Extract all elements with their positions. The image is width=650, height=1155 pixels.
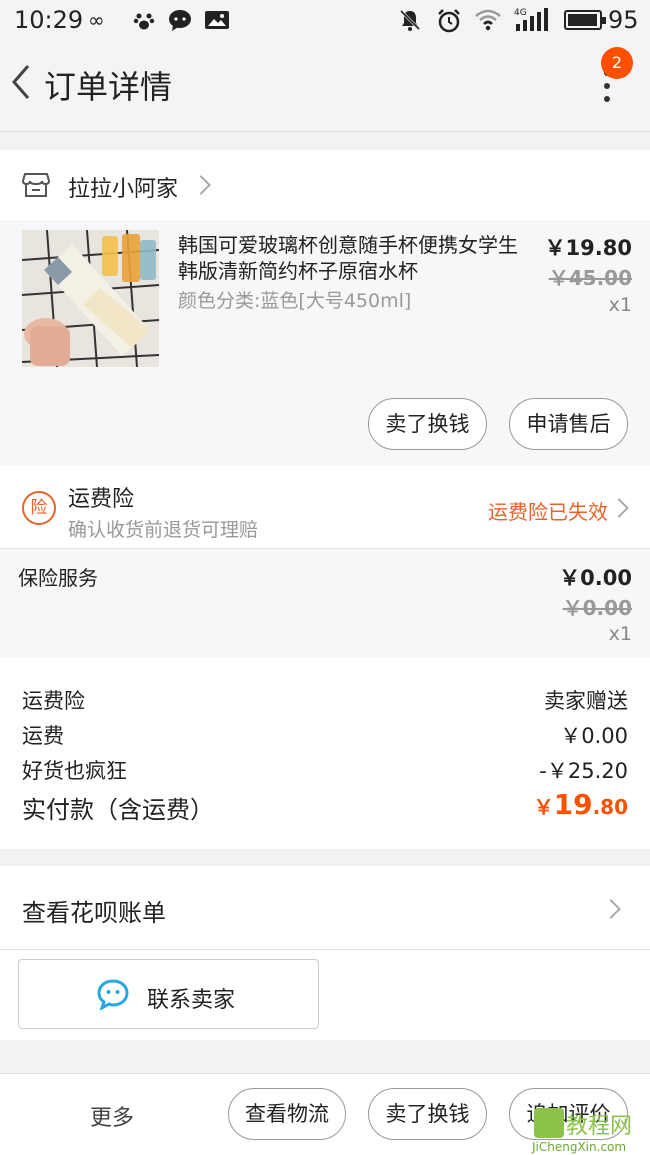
- product-quantity: x1: [608, 294, 632, 316]
- summary-row-value: ￥0.00: [560, 724, 628, 748]
- insurance-service-quantity: x1: [608, 623, 632, 645]
- battery-percent: 95: [608, 6, 639, 34]
- shipping-insurance-row[interactable]: 险 运费险 确认收货前退货可理赔 运费险已失效: [0, 465, 650, 549]
- view-logistics-button[interactable]: 查看物流: [228, 1088, 346, 1140]
- insurance-title: 运费险: [68, 487, 135, 512]
- status-bar: 10:29 ∞ 4G 95: [0, 0, 650, 40]
- watermark-subtext: JiChengXin.com: [532, 1140, 627, 1154]
- total-integer: 19: [553, 788, 593, 821]
- insurance-status: 运费险已失效: [488, 500, 608, 524]
- total-decimal: .80: [592, 795, 628, 819]
- product-original-price: ￥45.00: [548, 266, 632, 290]
- summary-row-value: -￥25.20: [539, 759, 628, 783]
- store-name: 拉拉小阿家: [68, 177, 179, 202]
- infinity-icon: ∞: [88, 8, 105, 32]
- insurance-subtitle: 确认收货前退货可理赔: [68, 519, 259, 541]
- status-time: 10:29: [14, 6, 84, 34]
- battery-level: [568, 14, 597, 26]
- watermark-text: 教程网: [566, 1114, 633, 1139]
- watermark-logo-icon: [534, 1108, 564, 1138]
- insurance-service-item: 保险服务 ￥0.00 ￥0.00 x1: [0, 549, 650, 657]
- gallery-icon: [204, 8, 230, 32]
- huabei-bill-row[interactable]: 查看花呗账单: [0, 866, 650, 950]
- store-icon: [21, 172, 51, 198]
- insurance-service-price: ￥0.00: [559, 566, 632, 590]
- insurance-service-original-price: ￥0.00: [562, 596, 632, 620]
- product-card[interactable]: 韩国可爱玻璃杯创意随手杯便携女学生韩版清新简约杯子原宿水杯 颜色分类:蓝色[大号…: [0, 220, 650, 465]
- app-header: 订单详情 2: [0, 40, 650, 132]
- contact-section: 联系卖家: [0, 950, 650, 1040]
- total-label: 实付款（含运费）: [22, 796, 214, 824]
- insurance-icon: 险: [22, 491, 56, 525]
- chat-bubble-icon: [96, 978, 130, 1012]
- chevron-left-icon: [12, 65, 30, 99]
- summary-row-label: 运费险: [22, 689, 85, 713]
- signal-icon: [514, 8, 550, 32]
- total-amount: ￥19.80: [534, 788, 628, 821]
- contact-seller-button[interactable]: 联系卖家: [18, 959, 319, 1029]
- sell-for-cash-button[interactable]: 卖了换钱: [368, 1088, 487, 1140]
- paw-icon: [132, 8, 156, 32]
- summary-row-label: 运费: [22, 724, 64, 748]
- product-image[interactable]: [22, 230, 159, 367]
- more-actions-button[interactable]: 更多: [90, 1100, 134, 1132]
- bell-off-icon: [398, 8, 422, 32]
- sell-for-cash-button[interactable]: 卖了换钱: [368, 398, 487, 450]
- alarm-icon: [436, 8, 462, 33]
- product-spec: 颜色分类:蓝色[大号450ml]: [178, 290, 412, 312]
- product-price: ￥19.80: [544, 236, 632, 260]
- huabei-bill-label: 查看花呗账单: [22, 899, 166, 927]
- insurance-service-label: 保险服务: [18, 566, 98, 590]
- chat-icon: [168, 8, 192, 32]
- wifi-icon: [474, 8, 502, 32]
- order-summary: 运费险 卖家赠送 运费 ￥0.00 好货也疯狂 -￥25.20 实付款（含运费）…: [0, 657, 650, 849]
- summary-row-label: 好货也疯狂: [22, 759, 127, 783]
- chevron-right-icon: [601, 899, 621, 919]
- chevron-right-icon: [609, 498, 629, 518]
- page-title: 订单详情: [44, 68, 173, 106]
- total-currency: ￥: [533, 795, 554, 819]
- product-title[interactable]: 韩国可爱玻璃杯创意随手杯便携女学生韩版清新简约杯子原宿水杯: [178, 232, 518, 284]
- summary-row-value: 卖家赠送: [544, 689, 628, 713]
- contact-seller-label: 联系卖家: [147, 988, 236, 1013]
- bottom-action-bar: 更多 查看物流 卖了换钱 追加评价 教程网 JiChengXin.com: [0, 1073, 650, 1155]
- back-button[interactable]: [8, 62, 36, 102]
- chevron-right-icon: [191, 175, 211, 195]
- after-sales-button[interactable]: 申请售后: [509, 398, 628, 450]
- battery-icon: [564, 10, 606, 30]
- notification-badge: 2: [601, 47, 633, 79]
- store-row[interactable]: 拉拉小阿家: [0, 150, 650, 220]
